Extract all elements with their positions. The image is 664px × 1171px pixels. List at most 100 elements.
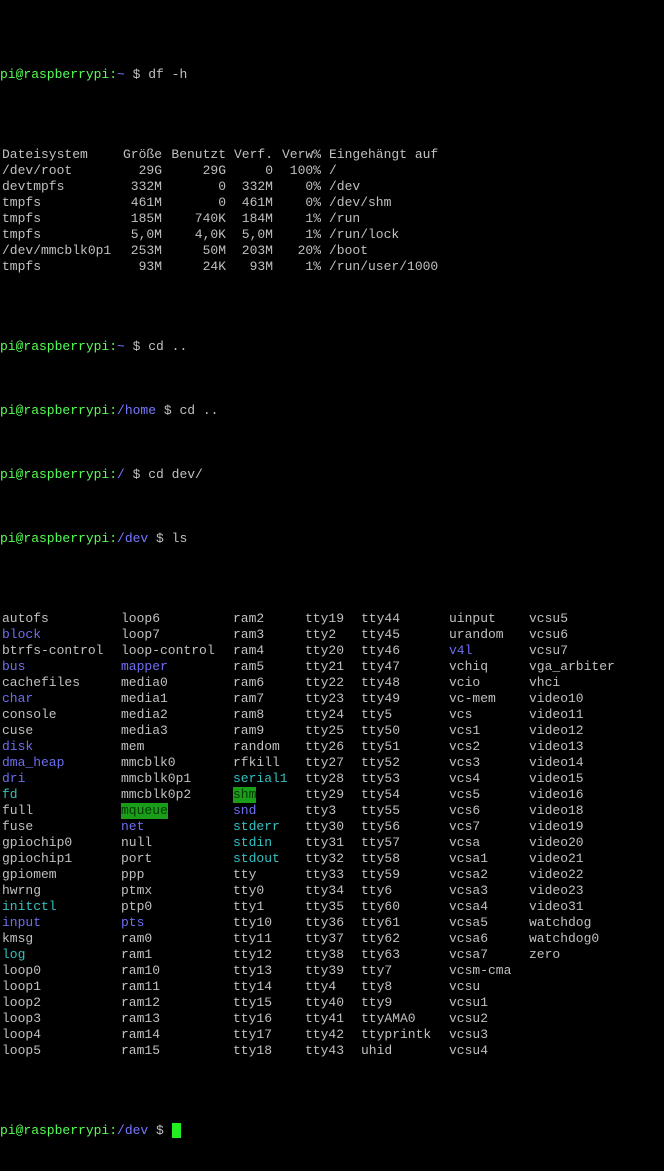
ls-entry: zero [529,947,561,962]
ls-entry: vcs3 [449,755,481,770]
ls-entry: initctl [2,899,57,914]
ls-entry: log [2,947,26,962]
df-cell: /run/lock [329,227,400,242]
ls-entry: tty18 [233,1043,273,1058]
ls-entry: tty27 [305,755,345,770]
block-cursor-icon[interactable] [171,1123,181,1138]
ls-entry: vcsa6 [449,931,489,946]
ls-row: initctl ptp0 tty1 tty35 tty60 vcsa4 video31 [0,899,664,915]
ls-entry: vcsu4 [449,1043,489,1058]
ls-entry: cuse [2,723,34,738]
ls-entry: ram9 [233,723,265,738]
prompt-path: ~ [117,339,125,354]
ls-entry: tty53 [361,771,401,786]
df-table-row: tmpfs 185M 740K 184M 1% /run [0,211,664,227]
ls-entry: tty46 [361,643,401,658]
ls-row: hwrng ptmx tty0 tty34 tty6 vcsa3 video23 [0,883,664,899]
df-table-row: tmpfs 5,0M 4,0K 5,0M 1% /run/lock [0,227,664,243]
ls-entry: fuse [2,819,34,834]
ls-entry: stdin [233,835,273,850]
ls-entry: vcs [449,707,473,722]
ls-entry: tty54 [361,787,401,802]
df-cell: 1% [305,259,321,274]
ls-entry: ram13 [121,1011,161,1026]
ls-entry: vcio [449,675,481,690]
ls-entry: video20 [529,835,584,850]
ls-entry: media2 [121,707,168,722]
ls-row: btrfs-control loop-control ram4 tty20 tty46 v… [0,643,664,659]
ls-entry: tty37 [305,931,345,946]
prompt-user-host: pi@raspberrypi [0,339,110,354]
ls-entry: tty24 [305,707,345,722]
ls-row: bus mapper ram5 tty21 tty47 vchiq vga_arbiter [0,659,664,675]
ls-entry: port [121,851,153,866]
ls-entry: v4l [449,643,473,658]
ls-entry: tty52 [361,755,401,770]
ls-entry: btrfs-control [2,643,104,658]
ls-entry: media3 [121,723,168,738]
ls-entry: tty8 [361,979,393,994]
ls-entry: vcs4 [449,771,481,786]
ls-entry: tty30 [305,819,345,834]
prompt-path: /dev [117,531,149,546]
ls-entry: loop2 [2,995,42,1010]
ls-entry: vcsa1 [449,851,489,866]
ls-entry: ppp [121,867,145,882]
ls-entry: tty31 [305,835,345,850]
ls-entry: mmcblk0 [121,755,176,770]
df-cell: 20% [297,243,321,258]
ls-entry: tty4 [305,979,337,994]
ls-row: autofs loop6 ram2 tty19 tty44 uinput vcsu5 [0,611,664,627]
ls-entry: vcsu3 [449,1027,489,1042]
ls-entry: tty0 [233,883,265,898]
prompt-colon: : [109,403,118,418]
df-cell: Dateisystem [2,147,88,162]
ls-entry: ptmx [121,883,153,898]
ls-entry: tty62 [361,931,401,946]
ls-entry: vcsu [449,979,481,994]
ls-entry: ram1 [121,947,153,962]
command-text: cd dev/ [148,467,203,482]
ls-entry: tty12 [233,947,273,962]
prompt-user-host: pi@raspberrypi [0,467,110,482]
ls-entry: gpiochip1 [2,851,73,866]
prompt-colon: : [109,67,118,82]
ls-output-listing: autofs loop6 ram2 tty19 tty44 uinput vcsu5 bloc… [0,611,664,1059]
ls-entry: mqueue [121,803,168,819]
ls-entry: tty57 [361,835,401,850]
ls-entry: vc-mem [449,691,496,706]
ls-entry: tty60 [361,899,401,914]
ls-row: input pts tty10 tty36 tty61 vcsa5 watchdog [0,915,664,931]
ls-entry: tty32 [305,851,345,866]
df-cell: 203M [241,243,273,258]
ls-row: block loop7 ram3 tty2 tty45 urandom vcsu6 [0,627,664,643]
ls-entry: bus [2,659,26,674]
ls-entry: random [233,739,280,754]
ls-entry: shm [233,787,257,803]
ls-entry: stdout [233,851,280,866]
ls-row: log ram1 tty12 tty38 tty63 vcsa7 zero [0,947,664,963]
df-cell: Eingehängt auf [329,147,439,162]
ls-entry: gpiomem [2,867,57,882]
ls-row: loop4 ram14 tty17 tty42 ttyprintk vcsu3 [0,1027,664,1043]
ls-row: dma_heap mmcblk0 rfkill tty27 tty52 vcs3 video… [0,755,664,771]
ls-entry: snd [233,803,257,818]
df-cell: /dev/root [2,163,73,178]
ls-entry: vga_arbiter [529,659,615,674]
ls-entry: video23 [529,883,584,898]
ls-entry: net [121,819,145,834]
df-cell: Größe [122,147,162,162]
df-cell: 184M [241,211,273,226]
terminal-window[interactable]: pi@raspberrypi:~ $ df -h Dateisystem Größ… [0,0,664,1138]
df-cell: 5,0M [241,227,273,242]
prompt-line-current[interactable]: pi@raspberrypi:/dev $ [0,1123,664,1139]
ls-row: gpiochip0 null stdin tty31 tty57 vcsa video20 [0,835,664,851]
ls-entry: dri [2,771,26,786]
ls-row: gpiochip1 port stdout tty32 tty58 vcsa1 video2… [0,851,664,867]
ls-entry: vcsu1 [449,995,489,1010]
command-text: ls [171,531,188,546]
ls-entry: tty49 [361,691,401,706]
prompt-user-host: pi@raspberrypi [0,403,110,418]
ls-row: loop0 ram10 tty13 tty39 tty7 vcsm-cma [0,963,664,979]
ls-entry: vcs1 [449,723,481,738]
